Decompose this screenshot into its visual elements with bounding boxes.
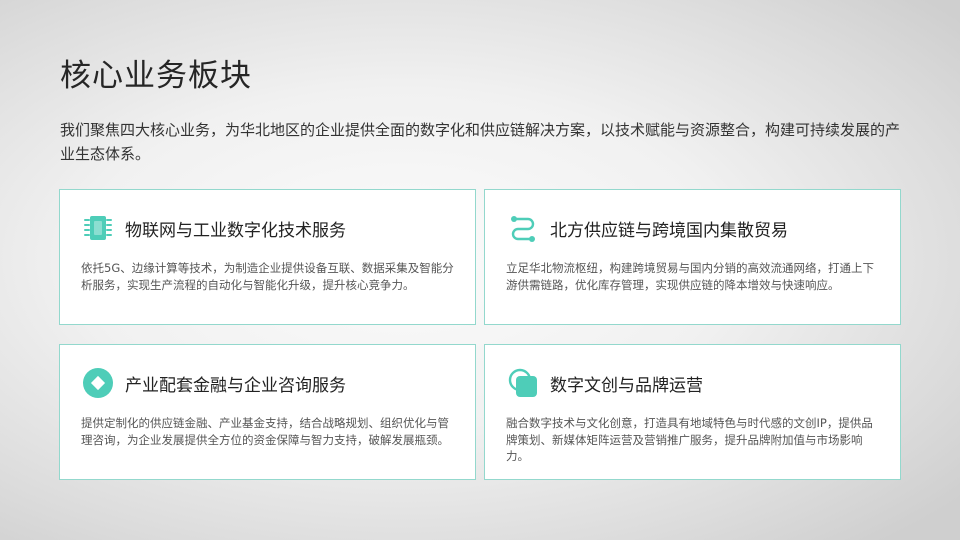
card-description: 依托5G、边缘计算等技术，为制造企业提供设备互联、数据采集及智能分析服务，实现生… [81, 261, 454, 292]
card-header: 北方供应链与跨境国内集散贸易 [506, 210, 880, 246]
brand-icon [508, 368, 537, 397]
card-title: 物联网与工业数字化技术服务 [125, 220, 346, 241]
card-description: 融合数字技术与文化创意，打造具有地域特色与时代感的文创IP，提供品牌策划、新媒体… [506, 416, 873, 463]
business-card-supply-chain: 北方供应链与跨境国内集散贸易 立足华北物流枢纽，构建跨境贸易与国内分销的高效流通… [484, 189, 901, 325]
card-title: 产业配套金融与企业咨询服务 [125, 375, 346, 396]
route-icon [511, 216, 535, 242]
card-description: 立足华北物流枢纽，构建跨境贸易与国内分销的高效流通网络，打通上下游供需链路，优化… [506, 261, 874, 292]
card-title: 北方供应链与跨境国内集散贸易 [550, 220, 788, 241]
business-card-finance: 产业配套金融与企业咨询服务 提供定制化的供应链金融、产业基金支持，结合战略规划、… [59, 344, 476, 480]
page-title: 核心业务板块 [60, 58, 252, 94]
card-header: 物联网与工业数字化技术服务 [81, 210, 455, 246]
card-title: 数字文创与品牌运营 [550, 375, 703, 396]
business-card-brand: 数字文创与品牌运营 融合数字技术与文化创意，打造具有地域特色与时代感的文创IP，… [484, 344, 901, 480]
card-header: 产业配套金融与企业咨询服务 [81, 365, 455, 401]
finance-icon [83, 368, 113, 398]
intro-paragraph: 我们聚焦四大核心业务，为华北地区的企业提供全面的数字化和供应链解决方案，以技术赋… [60, 121, 901, 163]
card-header: 数字文创与品牌运营 [506, 365, 880, 401]
card-description: 提供定制化的供应链金融、产业基金支持，结合战略规划、组织优化与管理咨询，为企业发… [81, 416, 449, 447]
chip-icon [84, 216, 112, 240]
business-card-iot: 物联网与工业数字化技术服务 依托5G、边缘计算等技术，为制造企业提供设备互联、数… [59, 189, 476, 325]
